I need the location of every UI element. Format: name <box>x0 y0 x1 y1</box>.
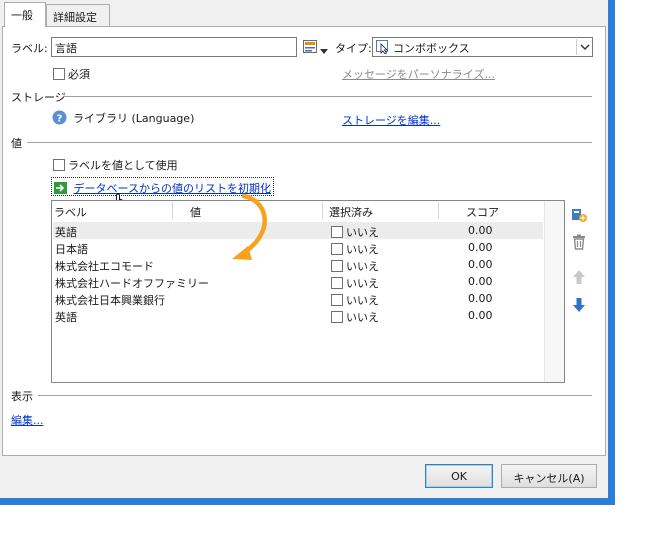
required-label: 必須 <box>68 68 90 81</box>
trash-icon[interactable] <box>570 233 588 251</box>
column-header-value[interactable]: 値 <box>190 204 201 220</box>
row-selected[interactable]: いいえ <box>331 241 379 257</box>
row-selected-text: いいえ <box>346 294 379 307</box>
type-field-caption: タイプ: <box>335 42 372 55</box>
table-row[interactable]: 日本語 いいえ 0.00 <box>53 239 543 256</box>
row-selected[interactable]: いいえ <box>331 292 379 308</box>
values-section-title: 値 <box>11 137 22 150</box>
tab-advanced[interactable]: 詳細設定 <box>46 4 110 26</box>
row-score: 0.00 <box>468 241 493 254</box>
help-icon: ? <box>52 110 67 128</box>
storage-divider <box>63 96 592 97</box>
combobox-type-icon <box>376 40 390 57</box>
tab-general[interactable]: 一般 <box>4 2 46 27</box>
row-selected-text: いいえ <box>346 311 379 324</box>
row-selected-text: いいえ <box>346 277 379 290</box>
row-score: 0.00 <box>468 275 493 288</box>
storage-value: ライブラリ (Language) <box>73 112 195 125</box>
row-selected[interactable]: いいえ <box>331 258 379 274</box>
display-section-title: 表示 <box>11 390 33 403</box>
type-select[interactable]: コンボボックス <box>372 37 593 57</box>
type-select-value: コンボボックス <box>393 42 470 55</box>
table-row[interactable]: 英語 いいえ 0.00 <box>53 307 543 324</box>
row-label: 株式会社ハードオフファミリー <box>55 277 209 290</box>
label-field-caption: ラベル: <box>11 42 48 55</box>
tab-advanced-label: 詳細設定 <box>53 11 97 24</box>
row-selected[interactable]: いいえ <box>331 309 379 325</box>
row-selected-text: いいえ <box>346 243 379 256</box>
storage-section-title: ストレージ <box>11 91 66 104</box>
row-score: 0.00 <box>468 224 493 237</box>
list-scrollbar[interactable] <box>544 201 564 382</box>
table-row[interactable]: 英語 いいえ 0.00 <box>53 222 543 239</box>
row-score: 0.00 <box>468 309 493 322</box>
row-selected-checkbox[interactable] <box>331 294 343 306</box>
display-edit-link[interactable]: 編集... <box>11 412 44 428</box>
display-divider <box>38 395 592 396</box>
personalize-message-link[interactable]: メッセージをパーソナライズ... <box>342 66 495 82</box>
chevron-down-icon[interactable] <box>576 39 592 55</box>
move-down-icon[interactable] <box>570 296 588 314</box>
table-row[interactable]: 株式会社エコモード いいえ 0.00 <box>53 256 543 273</box>
label-input-value: 言語 <box>55 42 77 55</box>
use-label-as-value-box[interactable] <box>53 159 65 171</box>
values-list[interactable]: ラベル 値 選択済み スコア 英語 いいえ 0.00 日本語 いいえ 0.00 … <box>51 200 565 383</box>
edit-storage-link[interactable]: ストレージを編集... <box>342 112 440 128</box>
window-border-bottom <box>0 498 615 505</box>
required-checkbox-box[interactable] <box>53 68 65 80</box>
row-selected-text: いいえ <box>346 226 379 239</box>
tab-general-label: 一般 <box>11 9 33 22</box>
row-label: 株式会社日本興業銀行 <box>55 294 165 307</box>
column-header-score[interactable]: スコア <box>466 204 499 220</box>
column-header-label[interactable]: ラベル <box>54 204 87 220</box>
row-selected-checkbox[interactable] <box>331 226 343 238</box>
use-label-as-value-label: ラベルを値として使用 <box>68 159 178 172</box>
table-row[interactable]: 株式会社ハードオフファミリー いいえ 0.00 <box>53 273 543 290</box>
row-selected-checkbox[interactable] <box>331 243 343 255</box>
use-label-as-value-checkbox[interactable]: ラベルを値として使用 <box>53 157 178 173</box>
row-selected-checkbox[interactable] <box>331 260 343 272</box>
move-up-icon[interactable] <box>570 268 588 286</box>
row-label: 日本語 <box>55 243 88 256</box>
row-label: 英語 <box>55 226 77 239</box>
row-label: 英語 <box>55 311 77 324</box>
column-header-selected[interactable]: 選択済み <box>329 204 373 220</box>
row-score: 0.00 <box>468 258 493 271</box>
column-separator[interactable] <box>438 202 439 219</box>
ok-button-label: OK <box>451 470 467 483</box>
row-selected[interactable]: いいえ <box>331 224 379 240</box>
annotation-arrow <box>222 192 282 267</box>
row-selected-checkbox[interactable] <box>331 277 343 289</box>
required-checkbox[interactable]: 必須 <box>53 66 90 82</box>
arrow-right-icon <box>54 182 67 194</box>
row-selected[interactable]: いいえ <box>331 275 379 291</box>
row-selected-text: いいえ <box>346 260 379 273</box>
table-row[interactable]: 株式会社日本興業銀行 いいえ 0.00 <box>53 290 543 307</box>
ok-button[interactable]: OK <box>425 464 493 488</box>
text-format-icon[interactable] <box>303 40 317 53</box>
cancel-button[interactable]: キャンセル(A) <box>501 464 597 488</box>
column-separator[interactable] <box>172 202 173 219</box>
add-value-icon[interactable] <box>570 205 588 223</box>
label-input[interactable]: 言語 <box>51 37 297 57</box>
row-selected-checkbox[interactable] <box>331 311 343 323</box>
cancel-button-label: キャンセル(A) <box>513 472 585 485</box>
window-border-right <box>608 0 615 505</box>
svg-text:?: ? <box>57 114 63 125</box>
row-label: 株式会社エコモード <box>55 260 154 273</box>
column-separator[interactable] <box>322 202 323 219</box>
values-divider <box>27 142 592 143</box>
text-format-dropdown-icon[interactable] <box>320 44 328 57</box>
row-score: 0.00 <box>468 292 493 305</box>
